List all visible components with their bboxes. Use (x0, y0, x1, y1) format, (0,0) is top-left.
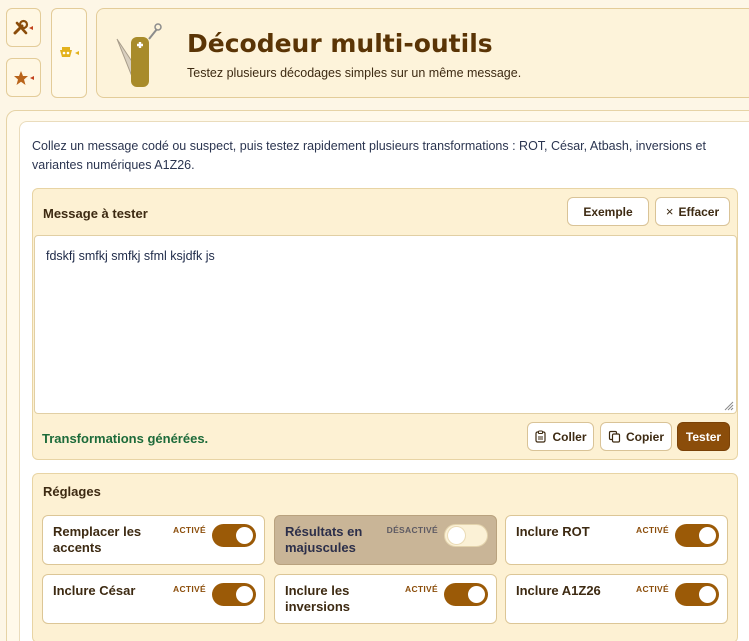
toggle-switch[interactable] (212, 524, 256, 547)
clear-button[interactable]: × Effacer (655, 197, 730, 226)
option-state: ACTIVÉ (636, 525, 669, 535)
option-state: ACTIVÉ (173, 584, 206, 594)
toggle-switch[interactable] (444, 524, 488, 547)
toggle-switch[interactable] (212, 583, 256, 606)
option-uppercase-results[interactable]: Résultats en majuscules DÉSACTIVÉ (274, 515, 497, 565)
settings-card: Réglages Remplacer les accents ACTIVÉ Ré… (32, 473, 738, 641)
clipboard-icon (535, 430, 547, 443)
favorites-rail-button[interactable] (6, 58, 41, 97)
star-icon (13, 70, 34, 85)
option-replace-accents[interactable]: Remplacer les accents ACTIVÉ (42, 515, 265, 565)
option-state: ACTIVÉ (173, 525, 206, 535)
option-include-a1z26[interactable]: Inclure A1Z26 ACTIVÉ (505, 574, 728, 624)
app-header: Décodeur multi-outils Testez plusieurs d… (96, 8, 749, 98)
option-state: DÉSACTIVÉ (386, 525, 438, 535)
option-include-cesar[interactable]: Inclure César ACTIVÉ (42, 574, 265, 624)
settings-title: Réglages (43, 484, 101, 499)
resize-grip-icon[interactable] (722, 399, 734, 411)
example-button[interactable]: Exemple (567, 197, 649, 226)
option-state: ACTIVÉ (405, 584, 438, 594)
message-title: Message à tester (43, 206, 148, 221)
option-include-rot[interactable]: Inclure ROT ACTIVÉ (505, 515, 728, 565)
option-include-inversions[interactable]: Inclure les inversions ACTIVÉ (274, 574, 497, 624)
intro-text: Collez un message codé ou suspect, puis … (32, 139, 706, 172)
toggle-switch[interactable] (444, 583, 488, 606)
tools-rail-button[interactable] (6, 8, 41, 47)
toggle-switch[interactable] (675, 524, 719, 547)
message-input[interactable]: fdskfj smfkj smfkj sfml ksjdfk js (34, 235, 737, 414)
toggle-switch[interactable] (675, 583, 719, 606)
test-button[interactable]: Tester (677, 422, 730, 451)
tools-icon (13, 19, 33, 34)
decoder-icon (60, 47, 79, 57)
option-state: ACTIVÉ (636, 584, 669, 594)
copy-button[interactable]: Copier (600, 422, 672, 451)
message-card: Message à tester Exemple × Effacer fdskf… (32, 188, 738, 460)
copy-icon (608, 430, 621, 443)
page-subtitle: Testez plusieurs décodages simples sur u… (187, 66, 522, 80)
status-message: Transformations générées. (42, 431, 209, 446)
close-icon: × (665, 204, 674, 219)
page-title: Décodeur multi-outils (187, 29, 493, 58)
multitool-knife-icon (116, 23, 162, 87)
decoder-subtab[interactable] (51, 8, 87, 98)
paste-button[interactable]: Coller (527, 422, 594, 451)
